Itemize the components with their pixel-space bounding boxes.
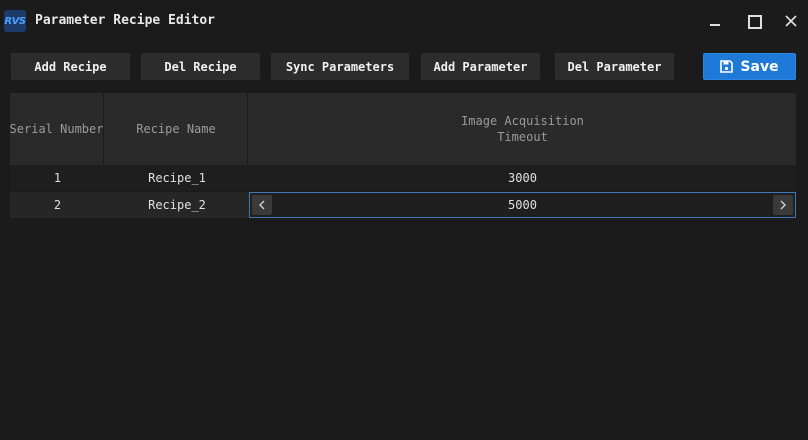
serial-number-cell[interactable]: 2 xyxy=(10,192,105,218)
minimize-icon[interactable] xyxy=(704,10,726,32)
window-title: Parameter Recipe Editor xyxy=(35,13,216,28)
title-bar: RVS Parameter Recipe Editor xyxy=(0,0,808,42)
maximize-icon[interactable] xyxy=(742,10,764,32)
add-parameter-button[interactable]: Add Parameter xyxy=(421,53,540,80)
serial-number-cell[interactable]: 1 xyxy=(10,165,105,191)
table-row[interactable]: 2 Recipe_2 5000 xyxy=(10,192,796,218)
save-label: Save xyxy=(740,58,779,75)
chevron-right-icon[interactable] xyxy=(773,195,793,215)
column-header-label: Image Acquisition Timeout xyxy=(461,114,584,144)
table-header: Serial Number Recipe Name Image Acquisit… xyxy=(10,93,796,165)
chevron-left-icon[interactable] xyxy=(252,195,272,215)
recipe-name-cell[interactable]: Recipe_2 xyxy=(105,192,249,218)
table-row[interactable]: 1 Recipe_1 3000 xyxy=(10,165,796,191)
save-button[interactable]: Save xyxy=(703,53,796,80)
timeout-cell[interactable]: 3000 xyxy=(249,165,796,191)
timeout-spinbox-value[interactable]: 5000 xyxy=(274,193,771,217)
column-header-image-acquisition-timeout[interactable]: Image Acquisition Timeout xyxy=(249,93,796,165)
floppy-disk-icon xyxy=(720,60,734,73)
column-header-recipe-name[interactable]: Recipe Name xyxy=(105,93,248,165)
sync-parameters-button[interactable]: Sync Parameters xyxy=(271,53,409,80)
del-recipe-button[interactable]: Del Recipe xyxy=(141,53,260,80)
app-logo-icon: RVS xyxy=(4,10,26,32)
add-recipe-button[interactable]: Add Recipe xyxy=(11,53,130,80)
timeout-spinbox[interactable]: 5000 xyxy=(249,192,796,218)
del-parameter-button[interactable]: Del Parameter xyxy=(555,53,674,80)
close-icon[interactable] xyxy=(780,10,802,32)
column-header-serial-number[interactable]: Serial Number xyxy=(10,93,104,165)
recipe-name-cell[interactable]: Recipe_1 xyxy=(105,165,249,191)
